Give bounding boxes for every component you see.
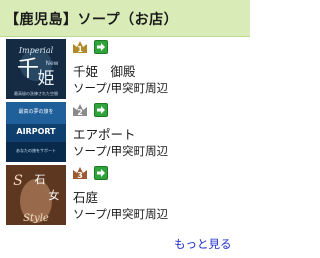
thumb-text: 最高級の洗練された空間 — [14, 90, 58, 96]
rank-1-badge: 1 — [72, 40, 88, 54]
shop-name[interactable]: 石庭 — [73, 187, 98, 206]
thumb-text: あなたの旅をサポート — [16, 147, 56, 153]
rank-number: 2 — [77, 108, 83, 117]
rank-3-badge: 3 — [72, 166, 88, 180]
thumb-text: AIRPORT — [16, 127, 56, 136]
section-title: 【鹿児島】ソープ（お店） — [5, 12, 179, 28]
section-header: 【鹿児島】ソープ（お店） — [0, 0, 250, 37]
shop-banner-image: 最高の夢の旅を AIRPORT あなたの旅をサポート — [6, 102, 66, 162]
arrow-right-icon — [97, 43, 105, 51]
more-link[interactable]: もっと見る — [174, 236, 232, 252]
thumb-text: S — [13, 173, 23, 189]
thumb-text: 千 — [17, 57, 39, 82]
shop-area: ソープ/甲突町周辺 — [73, 81, 169, 95]
ranking-item-2[interactable]: 最高の夢の旅を AIRPORT あなたの旅をサポート 2 エアポート ソープ/甲… — [0, 100, 250, 162]
thumb-text: 女 — [49, 188, 60, 202]
shop-thumbnail[interactable]: S 石 女 Style — [6, 165, 66, 225]
arrow-right-icon — [97, 169, 105, 177]
shop-thumbnail[interactable]: 最高の夢の旅を AIRPORT あなたの旅をサポート — [6, 102, 66, 162]
shop-banner-image: S 石 女 Style — [6, 165, 66, 225]
rank-2-badge: 2 — [72, 103, 88, 117]
shop-area: ソープ/甲突町周辺 — [73, 144, 169, 158]
shop-area: ソープ/甲突町周辺 — [73, 207, 169, 221]
go-arrow-button[interactable] — [94, 40, 108, 54]
thumb-text: 最高の夢の旅を — [18, 108, 53, 115]
thumb-text: New — [45, 60, 58, 67]
go-arrow-button[interactable] — [94, 166, 108, 180]
rank-number: 1 — [77, 45, 83, 54]
ranking-item-3[interactable]: S 石 女 Style 3 石庭 ソープ/甲突町周辺 — [0, 163, 250, 225]
arrow-right-icon — [97, 106, 105, 114]
thumb-text: Style — [23, 213, 49, 224]
shop-banner-image: Imperial 千 姫 New 最高級の洗練された空間 — [6, 39, 66, 99]
shop-name[interactable]: 千姫 御殿 — [73, 61, 136, 80]
shop-name[interactable]: エアポート — [73, 124, 136, 143]
thumb-text: 石 — [35, 173, 46, 186]
rank-number: 3 — [77, 171, 83, 180]
thumb-text: 姫 — [38, 69, 55, 89]
thumb-text: Imperial — [18, 46, 54, 55]
shop-thumbnail[interactable]: Imperial 千 姫 New 最高級の洗練された空間 — [6, 39, 66, 99]
ranking-item-1[interactable]: Imperial 千 姫 New 最高級の洗練された空間 1 千姫 御殿 ソープ… — [0, 37, 250, 99]
go-arrow-button[interactable] — [94, 103, 108, 117]
